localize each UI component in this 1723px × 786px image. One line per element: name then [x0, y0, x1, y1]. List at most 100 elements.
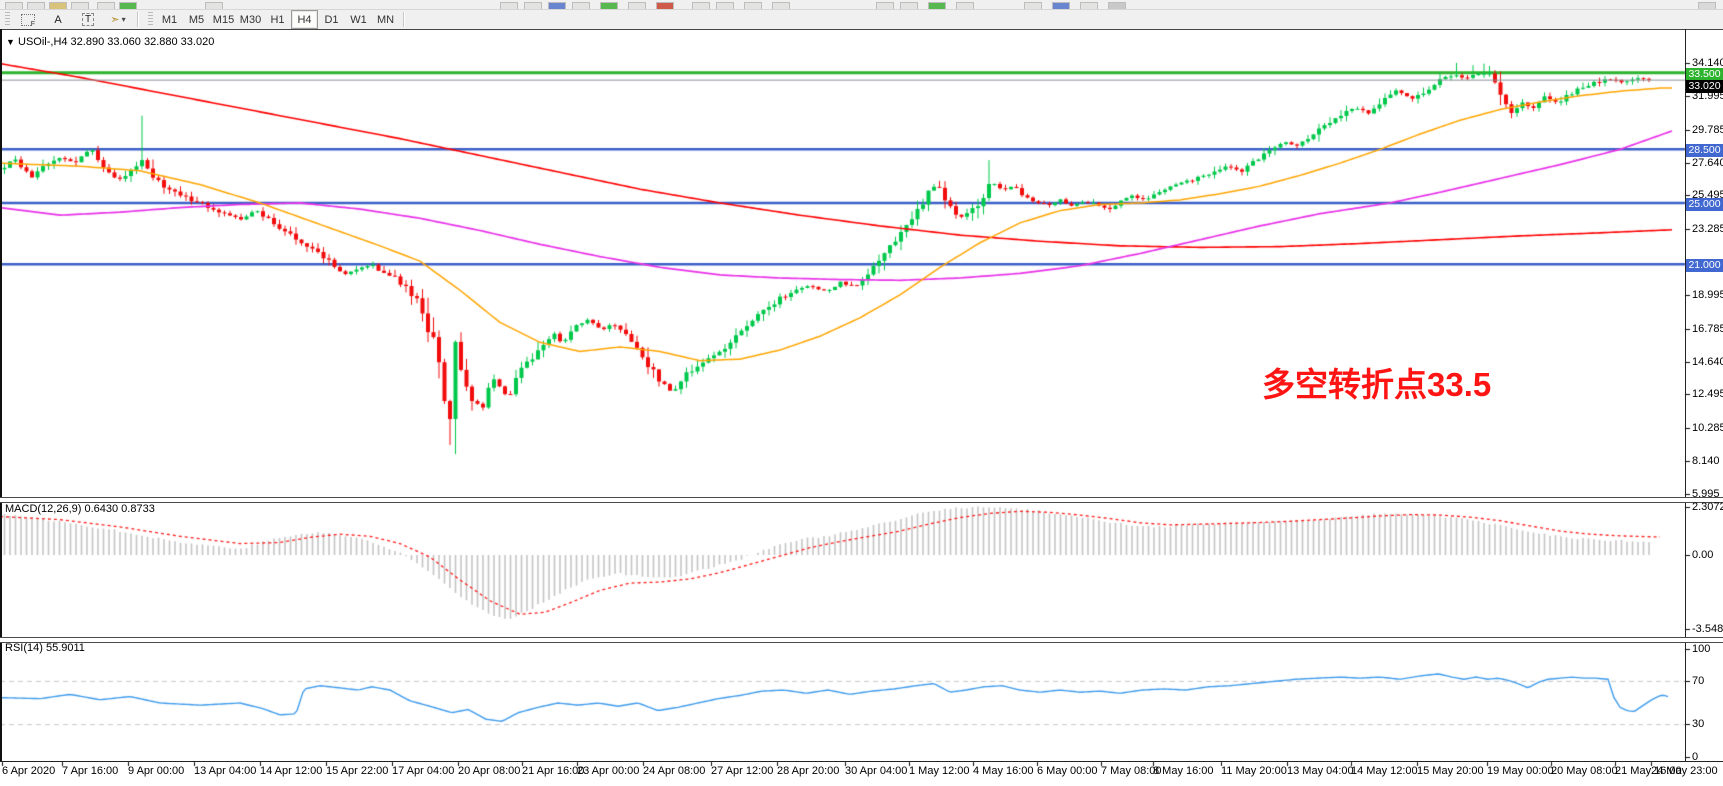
indicator-tick-label: 30 [1692, 718, 1704, 730]
toolbar-strip-icon[interactable] [876, 2, 894, 10]
time-axis-label: 8 May 16:00 [1153, 765, 1214, 777]
price-tick-label: 12.495 [1692, 388, 1723, 400]
text-tool-icon: A [54, 14, 61, 26]
toolbar-separator [137, 12, 139, 27]
chart-annotation-text: 多空转折点33.5 [1262, 358, 1491, 406]
price-tick-label: 8.140 [1692, 455, 1720, 467]
crosshair-tool-button[interactable]: F [14, 10, 42, 29]
price-badge: 28.500 [1686, 144, 1723, 157]
toolbar-strip-icon[interactable] [1052, 2, 1070, 10]
toolbar-separator [403, 12, 405, 27]
toolbar-strip-icon[interactable] [600, 2, 618, 10]
time-axis-label: 6 May 00:00 [1037, 765, 1098, 777]
toolbar-strip-icon[interactable] [1024, 2, 1042, 10]
timeframe-button-m15[interactable]: M15 [210, 10, 237, 29]
chart-title-ohlc: USOil-,H4 32.890 33.060 32.880 33.020 [18, 36, 214, 48]
chevron-down-icon: ▾ [122, 15, 126, 24]
arrows-icon: ➣ [110, 13, 119, 26]
timeframe-button-group: M1M5M15M30H1H4D1W1MN [156, 10, 399, 29]
toolbar-strip-icon[interactable] [572, 2, 590, 10]
toolbar-strip-icon[interactable] [772, 2, 790, 10]
toolbar-strip-icon[interactable] [928, 2, 946, 10]
rsi-indicator-label: RSI(14) 55.9011 [5, 642, 85, 654]
time-axis-label: 30 Apr 04:00 [845, 765, 907, 777]
timeframe-button-h4[interactable]: H4 [291, 10, 318, 29]
price-badge: 25.000 [1686, 198, 1723, 211]
text-label-icon: T [82, 13, 94, 26]
toolbar-strip-icon[interactable] [27, 2, 45, 10]
trading-terminal-window: F A T ➣ ▾ M1M5M15M30H1H4D1W1MN ▼ USOil-,… [0, 0, 1723, 786]
timeframe-button-m5[interactable]: M5 [183, 10, 210, 29]
rsi-pane-divider[interactable] [0, 637, 1723, 643]
toolbar-strip-icon[interactable] [97, 2, 115, 10]
chart-border [0, 29, 1723, 30]
toolbar-strip-icon[interactable] [500, 2, 518, 10]
toolbar-strip-icon[interactable] [1108, 2, 1126, 10]
toolbar-strip-icon[interactable] [656, 2, 674, 10]
toolbar-strip-icon[interactable] [524, 2, 542, 10]
price-badge: 21.000 [1686, 259, 1723, 272]
text-label-tool-button[interactable]: T [74, 10, 102, 29]
time-axis-label: 24 May 23:00 [1651, 765, 1718, 777]
toolbar-grip[interactable] [5, 12, 10, 27]
time-axis-label: 1 May 12:00 [909, 765, 970, 777]
time-axis-label: 4 May 16:00 [973, 765, 1034, 777]
price-tick-label: 16.785 [1692, 323, 1723, 335]
price-tick-label: 29.785 [1692, 124, 1723, 136]
time-axis-label: 15 May 20:00 [1417, 765, 1484, 777]
price-badge: 33.020 [1686, 80, 1723, 93]
time-axis-label: 24 Apr 08:00 [643, 765, 705, 777]
timeframe-button-mn[interactable]: MN [372, 10, 399, 29]
indicator-tick-label: 0 [1692, 751, 1698, 763]
time-axis-label: 19 May 00:00 [1487, 765, 1554, 777]
indicator-tick-label: 100 [1692, 643, 1710, 655]
toolbar-strip-icon[interactable] [628, 2, 646, 10]
chart-menu-caret-icon[interactable]: ▼ [6, 37, 15, 47]
time-axis-label: 14 Apr 12:00 [260, 765, 322, 777]
macd-indicator-label: MACD(12,26,9) 0.6430 0.8733 [5, 503, 155, 515]
chart-toolbar: F A T ➣ ▾ M1M5M15M30H1H4D1W1MN [0, 10, 1723, 29]
time-axis-label: 20 May 08:00 [1551, 765, 1618, 777]
toolbar-strip-icon[interactable] [5, 2, 23, 10]
price-tick-label: 10.285 [1692, 422, 1723, 434]
timeframe-button-w1[interactable]: W1 [345, 10, 372, 29]
toolbar-strip-icon[interactable] [692, 2, 710, 10]
time-axis-label: 11 May 20:00 [1221, 765, 1287, 777]
time-axis-label: 13 May 04:00 [1287, 765, 1354, 777]
top-toolbar-strip [0, 0, 1723, 10]
time-axis-label: 27 Apr 12:00 [711, 765, 773, 777]
time-axis-label: 23 Apr 00:00 [577, 765, 639, 777]
toolbar-strip-icon[interactable] [956, 2, 974, 10]
toolbar-strip-icon[interactable] [744, 2, 762, 10]
toolbar-strip-icon[interactable] [1698, 2, 1716, 10]
toolbar-strip-icon[interactable] [49, 2, 67, 10]
macd-pane-divider[interactable] [0, 497, 1723, 503]
time-axis-label: 17 Apr 04:00 [392, 765, 454, 777]
toolbar-strip-icon[interactable] [119, 2, 137, 10]
time-axis-label: 28 Apr 20:00 [777, 765, 839, 777]
toolbar-strip-icon[interactable] [205, 2, 223, 10]
arrows-tool-button[interactable]: ➣ ▾ [104, 10, 132, 29]
chart-border [0, 29, 2, 762]
indicator-tick-label: 0.00 [1692, 549, 1713, 561]
timeframe-button-d1[interactable]: D1 [318, 10, 345, 29]
price-tick-label: 18.995 [1692, 289, 1723, 301]
price-tick-label: 14.640 [1692, 356, 1723, 368]
time-axis-border [0, 761, 1723, 762]
indicator-tick-label: 70 [1692, 675, 1704, 687]
toolbar-strip-icon[interactable] [716, 2, 734, 10]
toolbar-strip-icon[interactable] [900, 2, 918, 10]
text-tool-button[interactable]: A [44, 10, 72, 29]
time-axis-label: 7 Apr 16:00 [62, 765, 118, 777]
timeframe-button-h1[interactable]: H1 [264, 10, 291, 29]
timeframe-button-m1[interactable]: M1 [156, 10, 183, 29]
toolbar-grip[interactable] [148, 12, 153, 27]
crosshair-icon: F [21, 14, 35, 26]
time-axis-label: 15 Apr 22:00 [326, 765, 388, 777]
toolbar-strip-icon[interactable] [548, 2, 566, 10]
toolbar-strip-icon[interactable] [1080, 2, 1098, 10]
timeframe-button-m30[interactable]: M30 [237, 10, 264, 29]
indicator-tick-label: -3.5484 [1692, 623, 1723, 635]
time-axis-label: 21 Apr 16:00 [522, 765, 584, 777]
toolbar-strip-icon[interactable] [71, 2, 89, 10]
